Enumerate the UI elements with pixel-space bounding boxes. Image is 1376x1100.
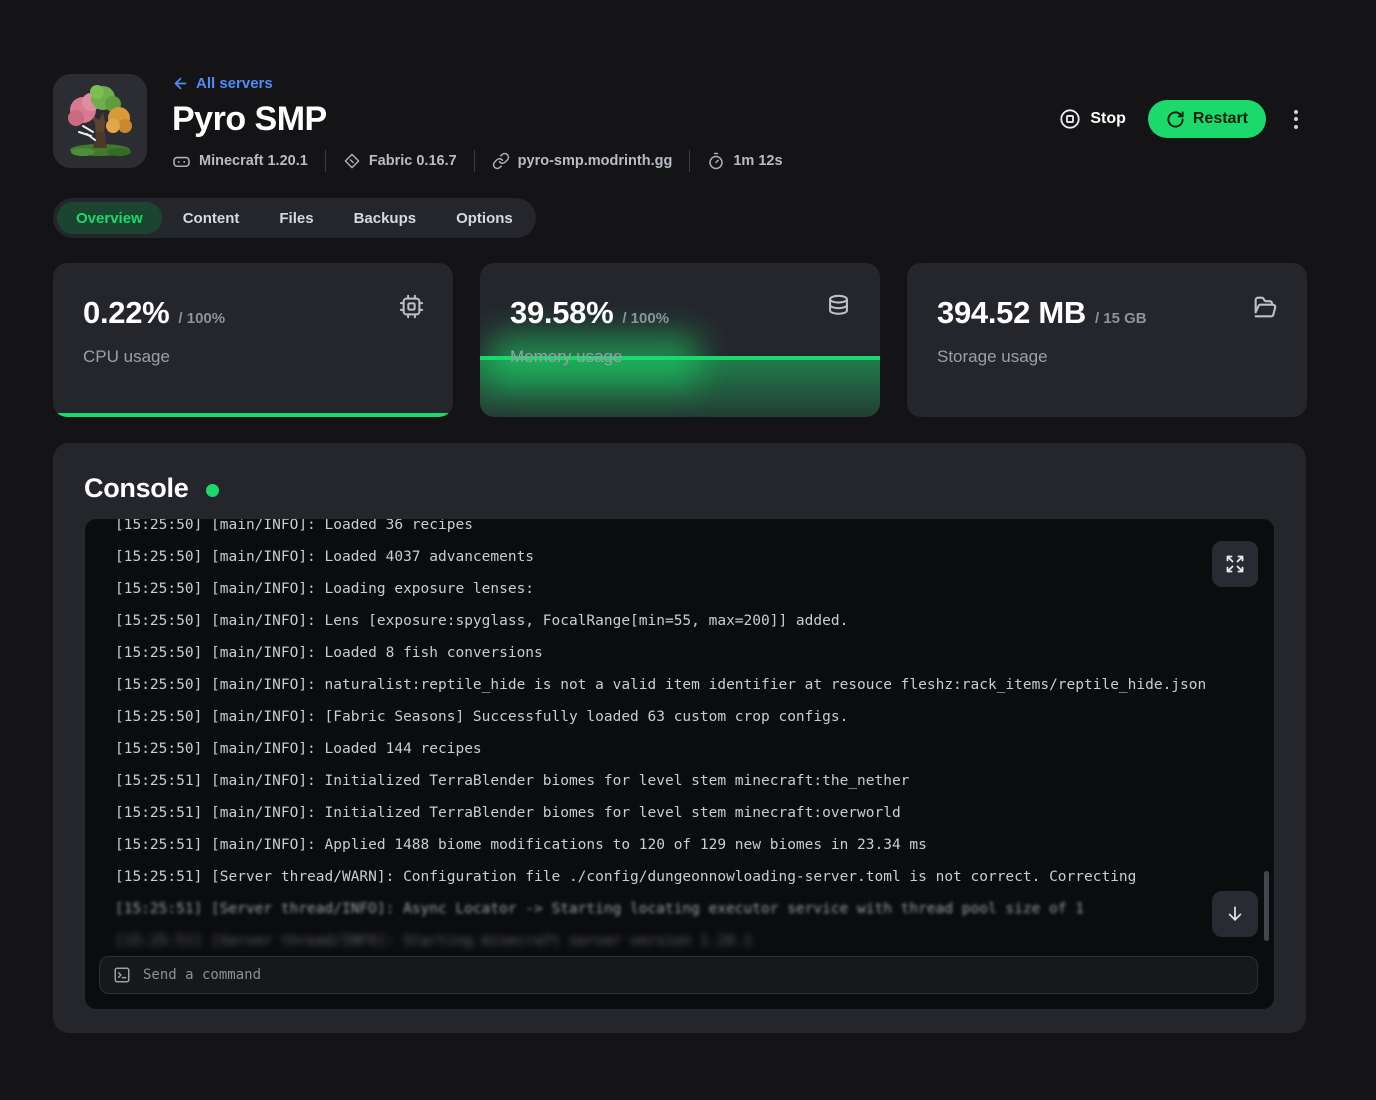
cpu-usage-total: / 100% [178,310,225,327]
cpu-usage-label: CPU usage [83,347,423,367]
console-log-line: [15:25:50] [main/INFO]: naturalist:repti… [115,669,1254,701]
meta-uptime: 1m 12s [707,152,782,170]
console-section: Console [15:25:50] [main/INFO]: Loaded 3… [53,443,1306,1033]
tab-files[interactable]: Files [260,202,332,234]
database-icon [825,293,852,320]
back-to-all-servers-link[interactable]: All servers [172,75,783,92]
console-log-line: [15:25:51] [Server thread/INFO]: Startin… [115,925,1254,956]
scroll-to-bottom-button[interactable] [1212,891,1258,937]
tab-backups[interactable]: Backups [335,202,436,234]
expand-console-button[interactable] [1212,541,1258,587]
cpu-usage-fill [53,413,453,417]
meta-label: 1m 12s [733,153,782,169]
server-header: All servers Pyro SMP Minecraft 1.20.1 Fa… [53,74,783,172]
console-log-line: [15:25:50] [main/INFO]: Loaded 36 recipe… [115,519,1254,541]
stop-circle-icon [1059,108,1081,130]
console-log-line: [15:25:50] [main/INFO]: Loaded 144 recip… [115,733,1254,765]
kebab-menu-icon[interactable] [1288,104,1304,135]
meta-separator [689,150,690,172]
restart-icon [1166,110,1185,129]
terminal-prompt-icon [113,966,131,984]
memory-usage-label: Memory usage [510,347,850,367]
back-link-label: All servers [196,76,273,91]
memory-usage-value: 39.58% [510,295,613,331]
server-heading: All servers Pyro SMP Minecraft 1.20.1 Fa… [172,74,783,172]
link-icon [492,152,510,170]
gamepad-icon [172,152,191,171]
tab-bar: OverviewContentFilesBackupsOptions [53,198,536,238]
cpu-usage-value: 0.22% [83,295,169,331]
command-bar [99,956,1258,994]
console-terminal[interactable]: [15:25:50] [main/INFO]: Loaded 36 recipe… [84,518,1275,1010]
stats-row: 0.22% / 100% CPU usage 39.58% / 100% Mem… [53,263,1306,417]
console-header: Console [84,473,1275,504]
cpu-usage-card: 0.22% / 100% CPU usage [53,263,453,417]
console-log-line: [15:25:50] [main/INFO]: Loading exposure… [115,573,1254,605]
arrow-left-icon [172,75,189,92]
console-log-area: [15:25:50] [main/INFO]: Loaded 36 recipe… [85,519,1254,956]
command-input[interactable] [143,967,1244,983]
memory-usage-card: 39.58% / 100% Memory usage [480,263,880,417]
console-log-line: [15:25:50] [main/INFO]: Loaded 8 fish co… [115,637,1254,669]
meta-label: Fabric 0.16.7 [369,153,457,169]
meta-label: Minecraft 1.20.1 [199,153,308,169]
stop-button-label: Stop [1090,110,1126,128]
storage-usage-label: Storage usage [937,347,1277,367]
server-meta-row: Minecraft 1.20.1 Fabric 0.16.7 pyro-smp.… [172,150,783,172]
four-season-tree-art [53,74,147,168]
header-actions: Stop Restart [1059,100,1304,138]
console-scrollbar-thumb[interactable] [1264,871,1269,941]
meta-label: pyro-smp.modrinth.gg [518,153,673,169]
console-log-line: [15:25:50] [main/INFO]: [Fabric Seasons]… [115,701,1254,733]
console-log-line: [15:25:50] [main/INFO]: Loaded 4037 adva… [115,541,1254,573]
console-log-line: [15:25:51] [Server thread/WARN]: Configu… [115,861,1254,893]
folder-open-icon [1251,293,1279,321]
server-avatar [53,74,147,168]
tab-overview[interactable]: Overview [57,202,162,234]
console-log-line: [15:25:51] [Server thread/INFO]: Async L… [115,893,1254,925]
expand-icon [1225,554,1245,574]
console-title: Console [84,473,188,504]
stop-button[interactable]: Stop [1059,108,1126,130]
memory-usage-total: / 100% [622,310,669,327]
console-log-line: [15:25:51] [main/INFO]: Initialized Terr… [115,797,1254,829]
fabric-loader-icon [343,152,361,170]
cpu-icon [398,293,425,320]
storage-usage-total: / 15 GB [1095,310,1147,327]
restart-button[interactable]: Restart [1148,100,1266,138]
meta-server-address[interactable]: pyro-smp.modrinth.gg [492,152,673,170]
timer-icon [707,152,725,170]
console-log-line: [15:25:50] [main/INFO]: Lens [exposure:s… [115,605,1254,637]
tab-options[interactable]: Options [437,202,532,234]
meta-separator [474,150,475,172]
server-overview-page: All servers Pyro SMP Minecraft 1.20.1 Fa… [0,0,1376,1100]
console-log-line: [15:25:51] [main/INFO]: Initialized Terr… [115,765,1254,797]
meta-separator [325,150,326,172]
arrow-down-icon [1225,904,1245,924]
page-title: Pyro SMP [172,101,783,138]
tab-content[interactable]: Content [164,202,259,234]
storage-usage-value: 394.52 MB [937,295,1086,331]
server-online-status-dot [206,484,219,497]
storage-usage-card: 394.52 MB / 15 GB Storage usage [907,263,1307,417]
meta-game-version: Minecraft 1.20.1 [172,152,308,171]
restart-button-label: Restart [1193,110,1248,128]
meta-loader: Fabric 0.16.7 [343,152,457,170]
console-log-line: [15:25:51] [main/INFO]: Applied 1488 bio… [115,829,1254,861]
